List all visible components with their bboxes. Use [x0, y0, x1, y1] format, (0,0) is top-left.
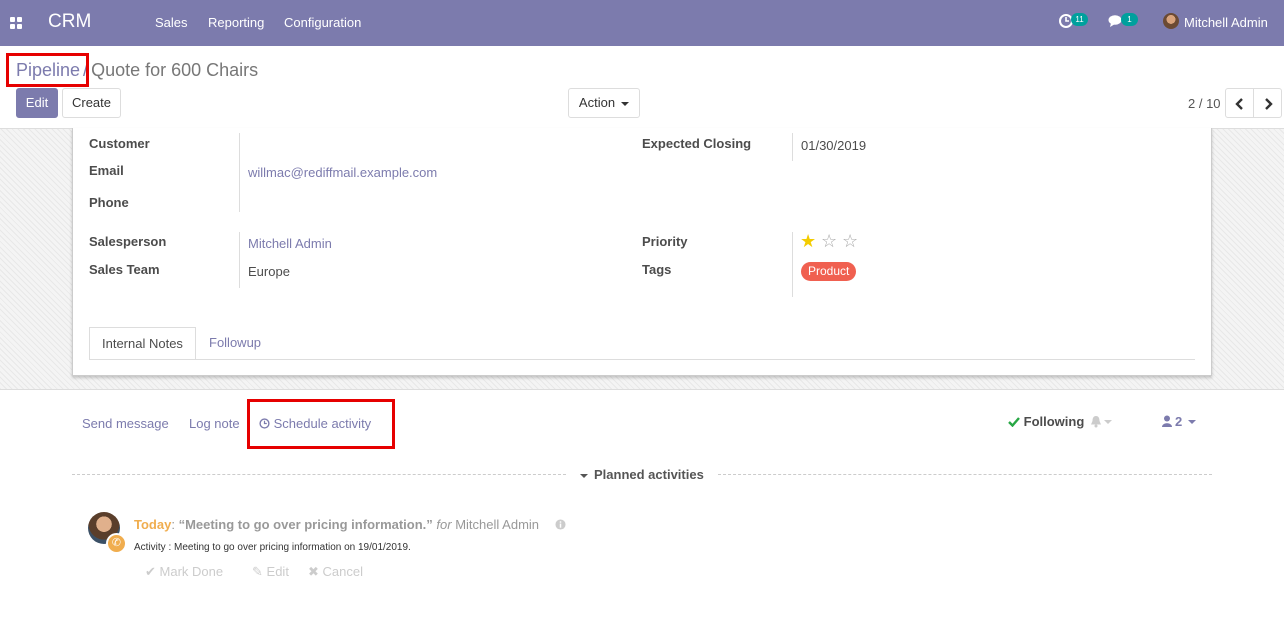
priority-label: Priority — [642, 234, 688, 249]
email-value[interactable]: willmac@rediffmail.example.com — [248, 165, 437, 180]
info-icon[interactable] — [555, 519, 566, 530]
highlight-box-pipeline — [6, 53, 89, 87]
customer-label: Customer — [89, 136, 150, 151]
menu-reporting[interactable]: Reporting — [208, 15, 264, 30]
message-count-badge: 1 — [1121, 13, 1138, 26]
mark-done-label: Mark Done — [159, 564, 224, 579]
priority-star-2-icon[interactable]: ☆ — [821, 232, 837, 250]
top-navbar: CRM Sales Reporting Configuration 11 1 M… — [0, 0, 1284, 46]
field-divider — [239, 133, 240, 212]
pencil-icon: ✎ — [252, 564, 263, 579]
activity-when: Today — [134, 517, 172, 532]
sales-team-label: Sales Team — [89, 262, 160, 277]
page-title: Quote for 600 Chairs — [91, 60, 259, 80]
action-dropdown[interactable]: Action — [568, 88, 640, 118]
tags-label: Tags — [642, 262, 672, 277]
field-divider — [792, 232, 793, 297]
planned-activities-label: Planned activities — [594, 467, 704, 482]
tab-divider — [89, 359, 1195, 360]
activity-edit-label: Edit — [266, 564, 289, 579]
expected-closing-value: 01/30/2019 — [801, 138, 867, 153]
send-message-button[interactable]: Send message — [82, 416, 169, 431]
create-button[interactable]: Create — [62, 88, 121, 118]
planned-divider-left — [72, 474, 566, 475]
activity-colon: : — [171, 517, 179, 532]
email-label: Email — [89, 163, 124, 178]
edit-button[interactable]: Edit — [16, 88, 58, 118]
activity-assignee: Mitchell Admin — [455, 517, 540, 532]
app-name[interactable]: CRM — [48, 11, 91, 33]
pager-value: 2 / 10 — [1188, 96, 1221, 111]
salesperson-label: Salesperson — [89, 234, 167, 249]
log-note-button[interactable]: Log note — [189, 416, 240, 431]
followers-user-icon[interactable] — [1162, 415, 1172, 428]
expected-closing-label: Expected Closing — [642, 136, 752, 151]
salesperson-value[interactable]: Mitchell Admin — [248, 236, 332, 251]
subscription-caret-icon[interactable] — [1104, 420, 1112, 424]
followers-caret-icon[interactable] — [1188, 420, 1196, 424]
following-button[interactable]: Following — [1008, 414, 1084, 429]
menu-sales[interactable]: Sales — [155, 15, 188, 30]
following-label: Following — [1023, 414, 1085, 429]
activity-cancel-button[interactable]: ✖ Cancel — [308, 564, 363, 580]
activity-cancel-label: Cancel — [322, 564, 363, 579]
planned-divider-right — [718, 474, 1212, 475]
action-label: Action — [578, 95, 616, 110]
chevron-left-icon — [1234, 97, 1243, 110]
pager-next-button[interactable] — [1253, 88, 1282, 118]
menu-configuration[interactable]: Configuration — [284, 15, 361, 30]
check-icon: ✔ — [145, 564, 156, 579]
activity-note: Activity : Meeting to go over pricing in… — [134, 542, 411, 553]
user-menu[interactable]: Mitchell Admin — [1184, 15, 1268, 30]
bell-icon[interactable] — [1090, 415, 1102, 428]
caret-down-icon — [580, 473, 588, 478]
priority-star-1-icon[interactable]: ★ — [800, 232, 816, 250]
chevron-right-icon — [1264, 97, 1273, 110]
tab-internal-notes[interactable]: Internal Notes — [89, 327, 196, 360]
tab-followup[interactable]: Followup — [197, 327, 273, 360]
activity-summary: “Meeting to go over pricing information.… — [178, 517, 433, 532]
activity-line: Today: “Meeting to go over pricing infor… — [134, 517, 566, 532]
caret-down-icon — [621, 101, 630, 106]
activity-count-badge: 11 — [1071, 13, 1088, 26]
check-icon — [1008, 417, 1020, 428]
phone-label: Phone — [89, 195, 129, 210]
followers-count[interactable]: 2 — [1175, 414, 1182, 429]
apps-menu-icon[interactable] — [10, 17, 22, 29]
planned-activities-toggle[interactable]: Planned activities — [580, 467, 704, 482]
tag-badge[interactable]: Product — [801, 262, 857, 281]
close-icon: ✖ — [308, 564, 319, 579]
activity-for: for — [436, 517, 452, 532]
field-divider — [792, 133, 793, 161]
highlight-box-schedule-activity — [247, 399, 395, 449]
pager-previous-button[interactable] — [1225, 88, 1254, 118]
field-divider — [239, 232, 240, 288]
priority-star-3-icon[interactable]: ☆ — [842, 232, 858, 250]
sales-team-value: Europe — [248, 264, 290, 279]
mark-done-button[interactable]: ✔ Mark Done — [145, 564, 223, 580]
user-avatar[interactable] — [1163, 13, 1179, 29]
phone-icon: ✆ — [106, 533, 127, 554]
activity-edit-button[interactable]: ✎ Edit — [252, 564, 289, 580]
